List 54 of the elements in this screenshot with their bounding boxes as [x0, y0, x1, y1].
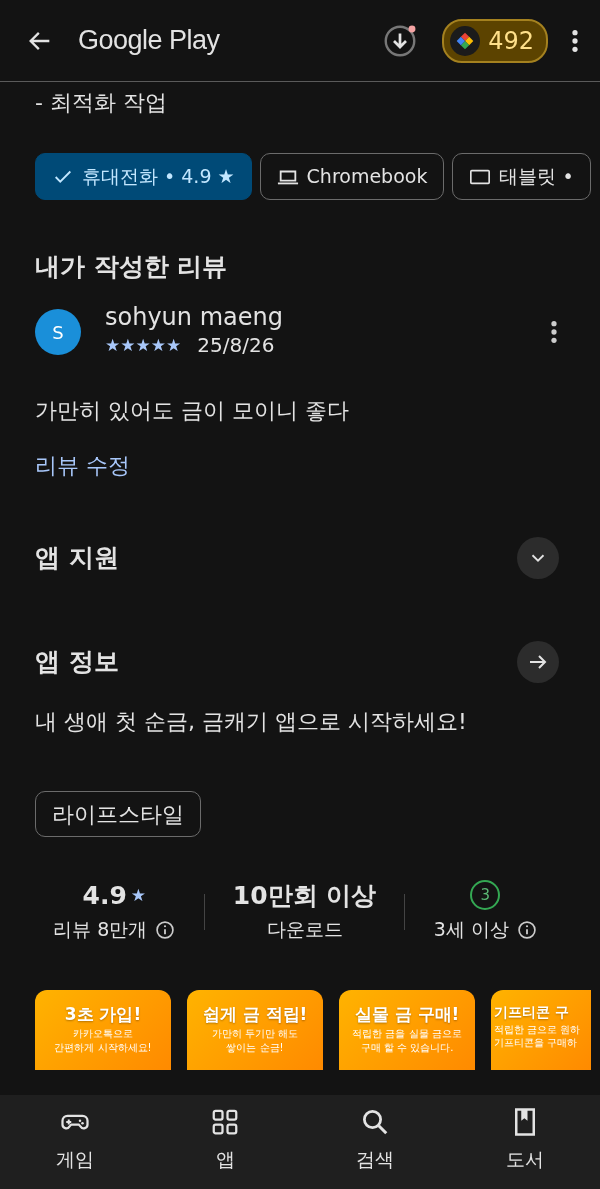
star-icon: ★: [166, 336, 182, 354]
nav-tab[interactable]: 앱: [150, 1095, 300, 1189]
age-rating-badge: 3: [470, 880, 501, 911]
star-icon: ★: [135, 336, 151, 354]
stat-value: 4.9: [82, 879, 127, 912]
star-icon: ★: [105, 336, 121, 354]
screenshot-title: 기프티콘 구: [494, 1002, 570, 1022]
nav-tab[interactable]: 게임: [0, 1095, 150, 1189]
category-chip[interactable]: 라이프스타일: [35, 791, 201, 838]
screenshot-title: 실물 금 구매!: [353, 1002, 461, 1026]
info-icon: [516, 919, 537, 940]
screenshot-title: 쉽게 금 적립!: [201, 1002, 309, 1026]
description-text: - 최적화 작업: [35, 89, 168, 117]
stat-label: 3세 이상: [433, 917, 509, 943]
review-menu-button[interactable]: [551, 321, 557, 344]
app-title: Google Play: [78, 24, 220, 58]
screenshot-caption: 적립한 금으로 원하: [494, 1022, 582, 1037]
more-icon: [572, 29, 578, 52]
stat-label: 리뷰 8만개: [53, 917, 148, 943]
diamond-icon: [455, 30, 476, 51]
screenshot-caption: 가만히 두기만 해도: [210, 1027, 300, 1041]
nav-tab[interactable]: 검색: [300, 1095, 450, 1189]
stat-label: 다운로드: [266, 917, 343, 943]
avatar: S: [35, 309, 81, 356]
star-icon: ★: [130, 882, 147, 909]
app-description: 내 생애 첫 순금, 금캐기 앱으로 시작하세요!: [35, 708, 468, 737]
open-button[interactable]: [517, 641, 559, 684]
search-icon: [360, 1107, 390, 1137]
device-chip[interactable]: 태블릿 •: [452, 153, 591, 200]
author-name: sohyun maeng: [105, 304, 284, 331]
screenshot-title: 3초 가입!: [63, 1002, 143, 1026]
star-icon: ★: [120, 336, 136, 354]
info-icon: [155, 919, 176, 940]
section-heading: 앱 지원: [35, 543, 119, 574]
screenshot-caption: 기프티콘을 구매하: [494, 1036, 579, 1050]
section-heading: 내가 작성한 리뷰: [35, 252, 229, 282]
star-icon: ★: [150, 336, 166, 354]
stat-value: 10만회 이상: [232, 879, 377, 912]
grid-icon: [210, 1107, 240, 1137]
screenshot-caption: 카카오톡으로: [72, 1027, 134, 1041]
more-icon: [551, 321, 557, 344]
screenshot-caption: 쌓이는 순금!: [225, 1040, 285, 1055]
points-badge[interactable]: 492: [442, 18, 548, 63]
screenshot-caption: 적립한 금을 실물 금으로: [351, 1027, 463, 1041]
review-text: 가만히 있어도 금이 모이니 좋다: [35, 397, 350, 426]
review-date: 25/8/26: [197, 332, 275, 360]
screenshot-caption: 간편하게 시작하세요!: [53, 1040, 153, 1055]
nav-tab[interactable]: 도서: [450, 1095, 600, 1189]
screenshot-caption: 구매 할 수 있습니다.: [359, 1040, 455, 1055]
device-chip[interactable]: Chromebook: [259, 153, 445, 200]
section-heading: 앱 정보: [35, 647, 119, 678]
edit-review-link[interactable]: 리뷰 수정: [35, 449, 130, 483]
device-chip[interactable]: 휴대전화 • 4.9 ★: [35, 153, 252, 200]
more-button[interactable]: [572, 29, 578, 52]
